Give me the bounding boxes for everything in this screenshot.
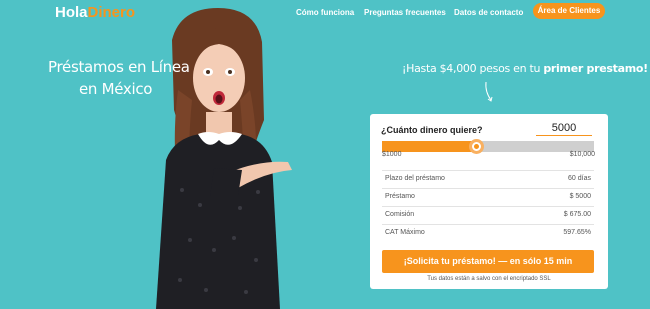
slider-max-label: $10,000 — [569, 151, 595, 158]
logo-part-dinero: Dinero — [87, 4, 136, 21]
promo-bold: primer prestamo! — [543, 62, 648, 75]
promo-text: ¡Hasta $4,000 pesos en tu primer prestam… — [402, 62, 648, 75]
summary-label: CAT Máximo — [385, 229, 425, 236]
apply-loan-button[interactable]: ¡Solicita tu préstamo! — en sólo 15 min — [382, 250, 594, 273]
amount-question-label: ¿Cuánto dinero quiere? — [381, 125, 483, 135]
amount-slider[interactable] — [382, 139, 594, 154]
ssl-security-note: Tus datos están a salvo con el encriptad… — [427, 276, 551, 282]
amount-input[interactable] — [536, 120, 592, 136]
nav-link-datos-contacto[interactable]: Datos de contacto — [454, 8, 523, 17]
logo[interactable]: HolaDinero — [55, 4, 135, 21]
slider-min-label: $1000 — [382, 151, 402, 158]
summary-value: 597.65% — [563, 229, 591, 236]
summary-row-comision: Comisión $ 675.00 — [382, 206, 594, 224]
summary-row-prestamo: Préstamo $ 5000 — [382, 188, 594, 206]
summary-label: Comisión — [385, 211, 415, 218]
summary-row-cat: CAT Máximo 597.65% — [382, 224, 594, 242]
promo-prefix: ¡Hasta $4,000 pesos en tu — [402, 62, 544, 75]
hero-woman-image — [156, 8, 292, 309]
summary-row-plazo: Plazo del préstamo 60 días — [382, 170, 594, 188]
arrow-down-icon — [485, 81, 493, 102]
summary-value: $ 675.00 — [563, 211, 591, 218]
loan-calculator-card: ¿Cuánto dinero quiere? $1000 $10,000 Pla… — [370, 114, 608, 289]
summary-label: Préstamo — [385, 193, 415, 200]
nav-link-preguntas-frecuentes[interactable]: Preguntas frecuentes — [364, 8, 446, 17]
amount-slider-thumb[interactable] — [469, 139, 484, 154]
summary-label: Plazo del préstamo — [385, 175, 445, 182]
summary-value: $ 5000 — [569, 193, 591, 200]
logo-part-hola: Hola — [55, 4, 88, 21]
summary-value: 60 días — [568, 175, 591, 182]
hero-title-line1: Préstamos en Línea — [48, 58, 190, 76]
client-area-button[interactable]: Área de Clientes — [533, 3, 605, 19]
hero-title-line2: en México — [79, 80, 153, 98]
